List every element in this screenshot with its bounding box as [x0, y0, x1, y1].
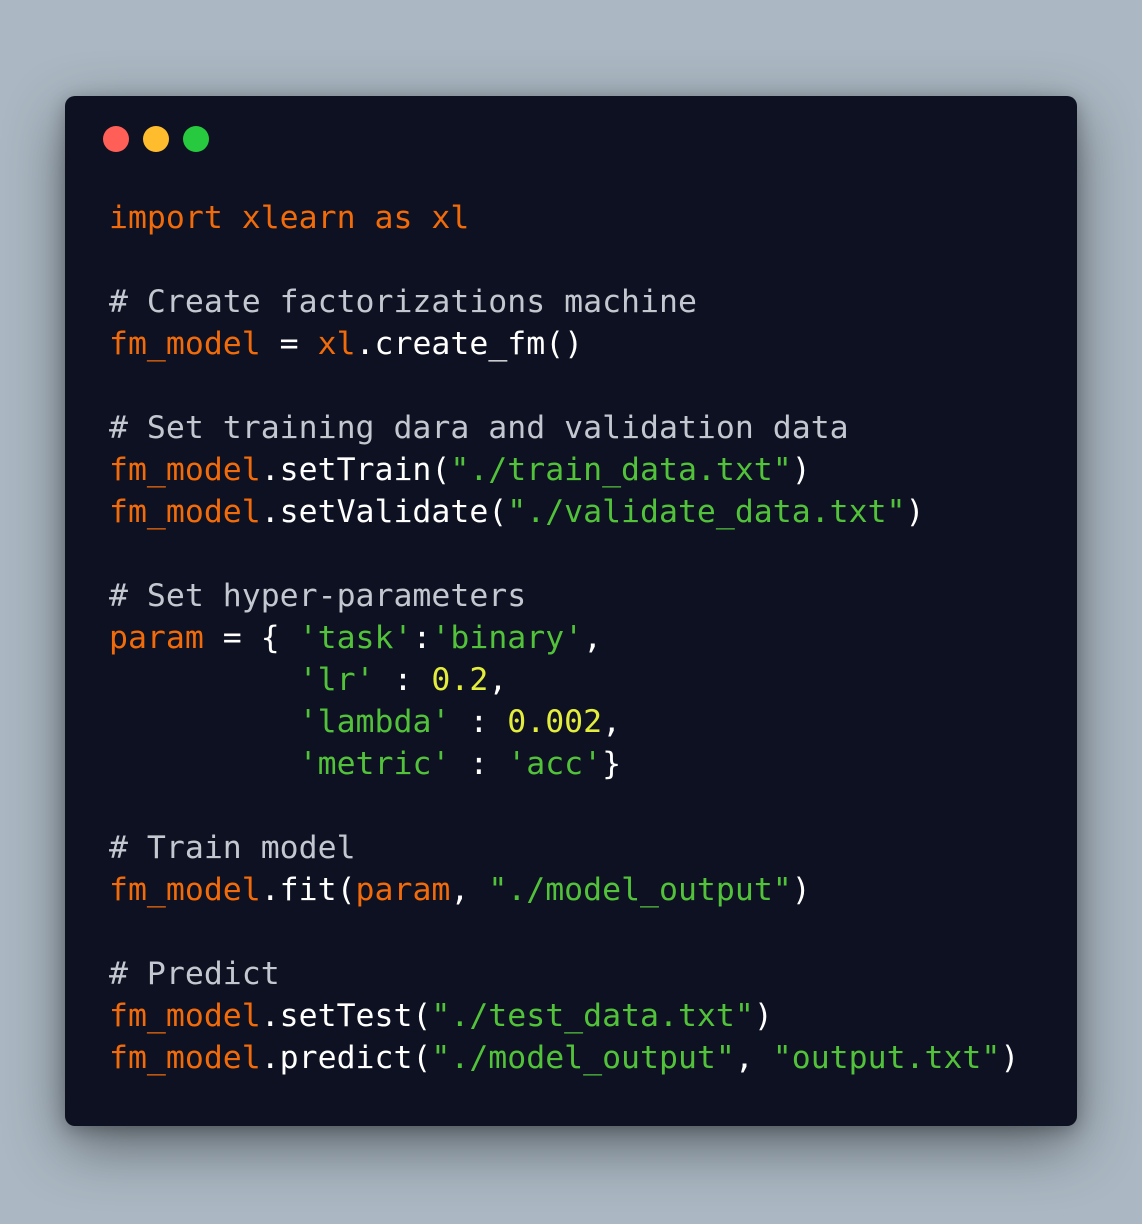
- code-comment: # Set training dara and validation data: [109, 410, 849, 446]
- code-window: import xlearn as xl # Create factorizatio…: [65, 96, 1077, 1126]
- code-text: .setValidate(: [260, 494, 508, 530]
- code-text: .predict(: [260, 1040, 432, 1076]
- code-line: # Train model: [109, 827, 1019, 869]
- minimize-button[interactable]: [143, 126, 169, 152]
- code-string: 'metric': [298, 746, 451, 782]
- code-string: "output.txt": [772, 1040, 1001, 1076]
- code-text: ): [791, 872, 811, 908]
- code-text: }: [602, 746, 622, 782]
- code-line: fm_model.setValidate("./validate_data.tx…: [109, 491, 1019, 533]
- code-line: 'lambda' : 0.002,: [109, 701, 1019, 743]
- code-text: ): [1000, 1040, 1020, 1076]
- code-line: param = { 'task':'binary',: [109, 617, 1019, 659]
- code-string: 'task': [298, 620, 413, 656]
- code-comment: # Predict: [109, 956, 280, 992]
- code-keyword: import xlearn as xl: [109, 200, 470, 236]
- code-line: # Set training dara and validation data: [109, 407, 1019, 449]
- code-identifier: param: [109, 620, 204, 656]
- code-text: :: [412, 620, 432, 656]
- code-text: :: [450, 704, 508, 740]
- code-string: 'lambda': [298, 704, 451, 740]
- code-string: "./validate_data.txt": [507, 494, 906, 530]
- code-text: .setTest(: [260, 998, 432, 1034]
- code-block: import xlearn as xl # Create factorizatio…: [109, 197, 1019, 1079]
- code-line: fm_model.setTrain("./train_data.txt"): [109, 449, 1019, 491]
- code-text: .create_fm(): [355, 326, 584, 362]
- code-text: ,: [734, 1040, 773, 1076]
- code-string: "./test_data.txt": [431, 998, 754, 1034]
- code-text: ): [753, 998, 773, 1034]
- code-line: fm_model.fit(param, "./model_output"): [109, 869, 1019, 911]
- code-line: # Set hyper-parameters: [109, 575, 1019, 617]
- code-number: 0.002: [507, 704, 603, 740]
- code-text: :: [374, 662, 432, 698]
- code-string: 'binary': [431, 620, 584, 656]
- code-text: ,: [450, 872, 489, 908]
- code-number: 0.2: [431, 662, 489, 698]
- code-identifier: fm_model: [109, 872, 261, 908]
- code-identifier: fm_model: [109, 494, 261, 530]
- code-string: 'acc': [507, 746, 603, 782]
- code-text: :: [450, 746, 508, 782]
- code-line: 'lr' : 0.2,: [109, 659, 1019, 701]
- code-line: # Create factorizations machine: [109, 281, 1019, 323]
- code-line: # Predict: [109, 953, 1019, 995]
- code-identifier: fm_model: [109, 998, 261, 1034]
- code-comment: # Set hyper-parameters: [109, 578, 527, 614]
- code-identifier: xl: [317, 326, 356, 362]
- code-comment: # Create factorizations machine: [109, 284, 697, 320]
- code-identifier: param: [355, 872, 451, 908]
- code-text: ,: [583, 620, 603, 656]
- code-identifier: fm_model: [109, 1040, 261, 1076]
- code-identifier: fm_model: [109, 452, 261, 488]
- code-text: ,: [602, 704, 622, 740]
- window-controls: [103, 126, 209, 152]
- code-text: ): [791, 452, 811, 488]
- code-text: .setTrain(: [260, 452, 451, 488]
- code-string: "./model_output": [488, 872, 792, 908]
- code-text: .fit(: [260, 872, 356, 908]
- code-text: =: [260, 326, 318, 362]
- close-button[interactable]: [103, 126, 129, 152]
- code-line: 'metric' : 'acc'}: [109, 743, 1019, 785]
- code-line: import xlearn as xl: [109, 197, 1019, 239]
- code-identifier: fm_model: [109, 326, 261, 362]
- code-text: = {: [203, 620, 299, 656]
- code-line: fm_model.predict("./model_output", "outp…: [109, 1037, 1019, 1079]
- code-line: fm_model = xl.create_fm(): [109, 323, 1019, 365]
- code-string: "./model_output": [431, 1040, 735, 1076]
- code-line: fm_model.setTest("./test_data.txt"): [109, 995, 1019, 1037]
- code-comment: # Train model: [109, 830, 356, 866]
- code-string: 'lr': [298, 662, 375, 698]
- maximize-button[interactable]: [183, 126, 209, 152]
- code-string: "./train_data.txt": [450, 452, 792, 488]
- code-text: ,: [488, 662, 508, 698]
- code-text: ): [905, 494, 925, 530]
